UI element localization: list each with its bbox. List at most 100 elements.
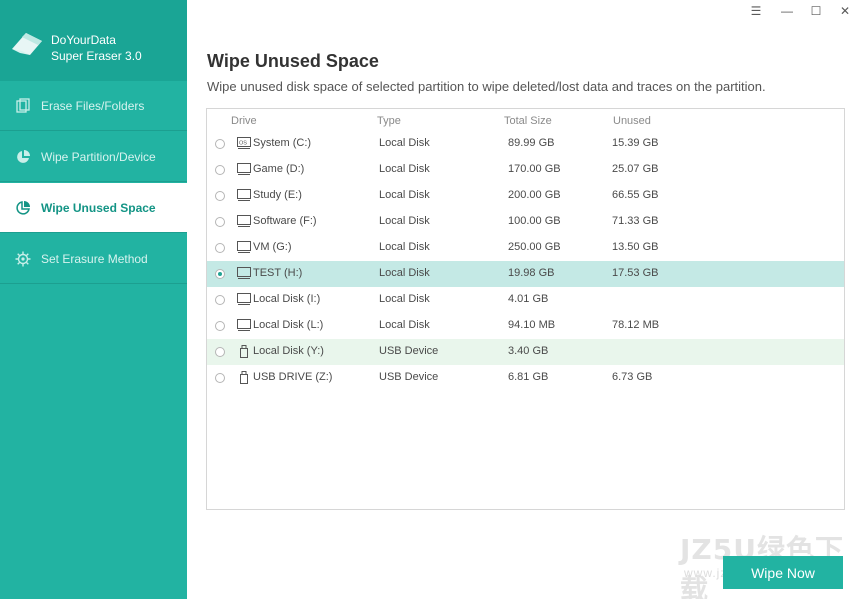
drive-name: Local Disk (Y:) (253, 345, 324, 357)
svg-text:OS: OS (239, 141, 247, 147)
column-header-drive[interactable]: Drive (231, 115, 257, 127)
pie-chart-icon (17, 150, 30, 163)
sidebar-item-label: Erase Files/Folders (41, 99, 145, 113)
disk-icon (237, 267, 251, 280)
close-button[interactable]: ✕ (833, 2, 857, 20)
disk-icon (237, 215, 251, 228)
column-header-unused[interactable]: Unused (613, 115, 651, 127)
drive-type: Local Disk (379, 137, 430, 149)
drive-type: Local Disk (379, 293, 430, 305)
drive-type: Local Disk (379, 241, 430, 253)
drive-radio[interactable] (215, 347, 225, 357)
sidebar-item-label: Wipe Partition/Device (41, 150, 156, 164)
column-header-type[interactable]: Type (377, 115, 401, 127)
disk-space-icon (16, 201, 30, 215)
drive-type: USB Device (379, 345, 439, 357)
table-row[interactable]: Local Disk (L:) Local Disk 94.10 MB 78.12 M… (207, 313, 844, 339)
drive-radio[interactable] (215, 191, 225, 201)
drive-radio[interactable] (215, 217, 225, 227)
drive-total-size: 94.10 MB (508, 319, 556, 331)
page-subtitle: Wipe unused disk space of selected parti… (207, 79, 766, 94)
drive-radio[interactable] (215, 243, 225, 253)
usb-icon (237, 345, 251, 358)
drive-type: Local Disk (379, 267, 430, 279)
drive-name: Software (F:) (253, 215, 317, 227)
drive-radio[interactable] (215, 295, 225, 305)
table-row[interactable]: OS System (C:) Local Disk 89.99 GB 15.39 GB (207, 131, 844, 157)
drive-unused-size: 78.12 MB (612, 319, 660, 331)
table-row[interactable]: TEST (H:) Local Disk 19.98 GB 17.53 GB (207, 261, 844, 287)
drive-unused-size: 13.50 GB (612, 241, 659, 253)
drive-table: Drive Type Total Size Unused OS System (C… (206, 108, 845, 510)
drive-unused-size: 25.07 GB (612, 163, 659, 175)
table-row[interactable]: USB DRIVE (Z:) USB Device 6.81 GB 6.73 GB (207, 365, 844, 391)
drive-name: USB DRIVE (Z:) (253, 371, 333, 383)
drive-name: Study (E:) (253, 189, 302, 201)
table-row[interactable]: Local Disk (I:) Local Disk 4.01 GB (207, 287, 844, 313)
drive-name: Local Disk (L:) (253, 319, 324, 331)
sidebar-item-erase-files[interactable]: Erase Files/Folders (0, 81, 187, 131)
table-header: Drive Type Total Size Unused (207, 109, 844, 131)
drive-total-size: 100.00 GB (508, 215, 561, 227)
sidebar-item-wipe-partition[interactable]: Wipe Partition/Device (0, 132, 187, 182)
drive-type: Local Disk (379, 189, 430, 201)
table-row[interactable]: Study (E:) Local Disk 200.00 GB 66.55 GB (207, 183, 844, 209)
column-header-total-size[interactable]: Total Size (504, 115, 552, 127)
usb-icon (237, 371, 251, 384)
drive-radio[interactable] (215, 165, 225, 175)
drive-unused-size: 71.33 GB (612, 215, 659, 227)
sidebar-item-wipe-unused[interactable]: Wipe Unused Space (0, 183, 187, 233)
drive-radio[interactable] (215, 139, 225, 149)
minimize-button[interactable]: — (775, 2, 799, 20)
drive-total-size: 19.98 GB (508, 267, 555, 279)
disk-icon (237, 189, 251, 202)
drive-type: Local Disk (379, 215, 430, 227)
wipe-now-button[interactable]: Wipe Now (723, 556, 843, 589)
sidebar: DoYourData Super Eraser 3.0 Erase Files/… (0, 0, 187, 599)
files-icon (16, 98, 30, 113)
gear-icon (15, 251, 31, 267)
sidebar-item-label: Wipe Unused Space (41, 201, 156, 215)
drive-name: Local Disk (I:) (253, 293, 321, 305)
sidebar-item-label: Set Erasure Method (41, 252, 148, 266)
drive-unused-size: 15.39 GB (612, 137, 659, 149)
disk-icon (237, 319, 251, 332)
drive-type: Local Disk (379, 163, 430, 175)
sidebar-item-erasure-method[interactable]: Set Erasure Method (0, 234, 187, 284)
table-row[interactable]: Game (D:) Local Disk 170.00 GB 25.07 GB (207, 157, 844, 183)
eraser-logo-icon (12, 33, 42, 55)
page-title: Wipe Unused Space (207, 51, 379, 71)
disk-icon (237, 241, 251, 254)
menu-button[interactable]: ☰ (744, 2, 768, 20)
drive-name: System (C:) (253, 137, 312, 149)
drive-name: TEST (H:) (253, 267, 303, 279)
drive-total-size: 89.99 GB (508, 137, 555, 149)
table-row[interactable]: Local Disk (Y:) USB Device 3.40 GB (207, 339, 844, 365)
disk-icon (237, 163, 251, 176)
drive-radio[interactable] (215, 373, 225, 383)
app-name-line1: DoYourData (51, 33, 116, 47)
drive-type: Local Disk (379, 319, 430, 331)
drive-name: VM (G:) (253, 241, 292, 253)
drive-unused-size: 6.73 GB (612, 371, 653, 383)
app-name-line2: Super Eraser 3.0 (51, 49, 142, 63)
drive-total-size: 4.01 GB (508, 293, 549, 305)
drive-radio[interactable] (215, 321, 225, 331)
system-disk-icon: OS (237, 137, 251, 150)
drive-type: USB Device (379, 371, 439, 383)
drive-radio[interactable] (215, 269, 225, 279)
app-name: DoYourData Super Eraser 3.0 (51, 32, 142, 64)
drive-name: Game (D:) (253, 163, 305, 175)
drive-unused-size: 66.55 GB (612, 189, 659, 201)
table-row[interactable]: Software (F:) Local Disk 100.00 GB 71.33 GB (207, 209, 844, 235)
drive-total-size: 3.40 GB (508, 345, 549, 357)
drive-total-size: 6.81 GB (508, 371, 549, 383)
brand-header: DoYourData Super Eraser 3.0 (0, 0, 187, 81)
drive-total-size: 200.00 GB (508, 189, 561, 201)
drive-unused-size: 17.53 GB (612, 267, 659, 279)
disk-icon (237, 293, 251, 306)
maximize-button[interactable]: ☐ (804, 2, 828, 20)
drive-total-size: 250.00 GB (508, 241, 561, 253)
table-row[interactable]: VM (G:) Local Disk 250.00 GB 13.50 GB (207, 235, 844, 261)
drive-total-size: 170.00 GB (508, 163, 561, 175)
